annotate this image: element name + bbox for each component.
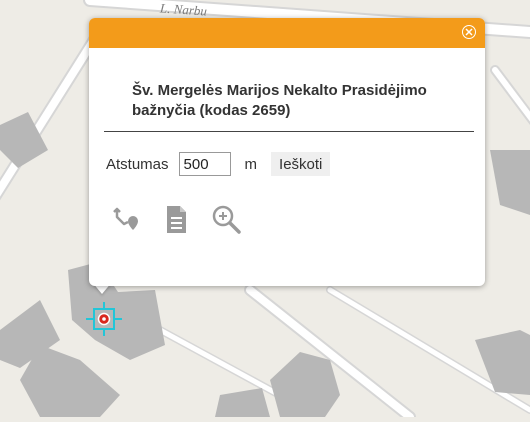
divider (104, 131, 474, 132)
popup-toolbar (110, 203, 242, 235)
document-icon[interactable] (160, 203, 192, 235)
route-directions-icon[interactable] (110, 203, 142, 235)
location-marker-icon[interactable] (86, 302, 122, 336)
distance-unit: m (244, 155, 258, 173)
distance-label: Atstumas (106, 155, 169, 173)
popup-header (89, 18, 485, 48)
distance-input[interactable] (178, 152, 231, 176)
close-icon[interactable] (462, 25, 476, 39)
street-label: L. Narbu (159, 0, 208, 19)
info-popup: Šv. Mergelės Marijos Nekalto Prasidėjimo… (89, 18, 485, 286)
distance-search-row: Atstumas m Ieškoti (106, 149, 331, 179)
search-button[interactable]: Ieškoti (271, 152, 331, 176)
place-title: Šv. Mergelės Marijos Nekalto Prasidėjimo… (132, 82, 427, 119)
zoom-in-icon[interactable] (210, 203, 242, 235)
